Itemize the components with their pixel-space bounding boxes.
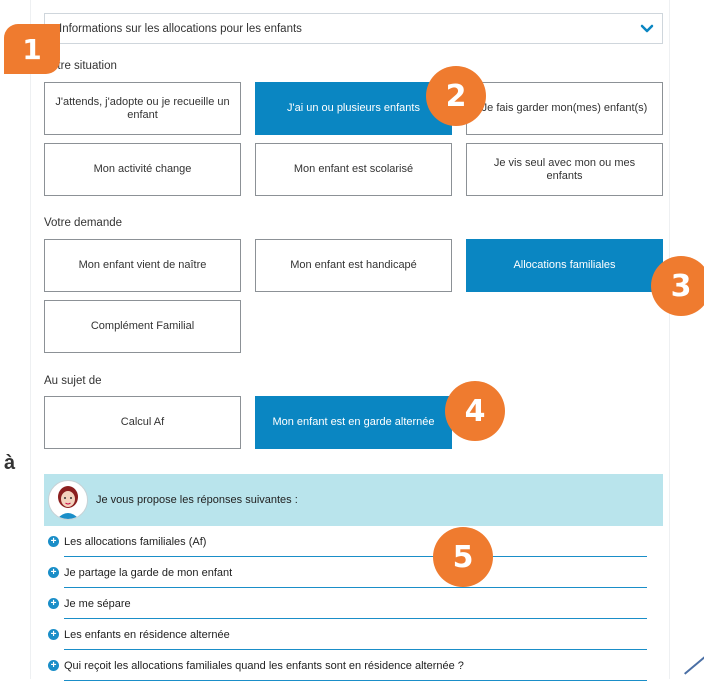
situation-option-single-parent[interactable]: Je vis seul avec mon ou mes enfants: [466, 143, 663, 196]
sujet-option-garde-alternee[interactable]: Mon enfant est en garde alternée: [255, 396, 452, 449]
answers-heading: Je vous propose les réponses suivantes :: [96, 494, 298, 506]
answer-item[interactable]: + Les allocations familiales (Af): [44, 526, 663, 557]
plus-circle-icon: +: [48, 567, 59, 578]
plus-circle-icon: +: [48, 598, 59, 609]
answers-header: Je vous propose les réponses suivantes :: [44, 474, 663, 526]
step-badge-3: 3: [651, 256, 704, 316]
demande-label: Votre demande: [44, 217, 123, 229]
topic-dropdown[interactable]: Informations sur les allocations pour le…: [44, 13, 663, 44]
assistant-avatar: [48, 480, 88, 520]
situation-option-expecting[interactable]: J'attends, j'adopte ou je recueille un e…: [44, 82, 241, 135]
dropdown-label: Informations sur les allocations pour le…: [59, 22, 302, 35]
plus-circle-icon: +: [48, 536, 59, 547]
chevron-down-icon[interactable]: [640, 22, 654, 36]
plus-circle-icon: +: [48, 660, 59, 671]
step-badge-1: 1: [4, 24, 60, 74]
answers-list: + Les allocations familiales (Af) + Je par…: [44, 526, 663, 681]
step-badge-4: 4: [445, 381, 505, 441]
step-badge-2: 2: [426, 66, 486, 126]
demande-option-complement[interactable]: Complément Familial: [44, 300, 241, 353]
sujet-label: Au sujet de: [44, 375, 102, 387]
answer-item[interactable]: + Je me sépare: [44, 588, 663, 619]
situation-option-childcare[interactable]: Je fais garder mon(mes) enfant(s): [466, 82, 663, 135]
answer-item[interactable]: + Les enfants en résidence alternée: [44, 619, 663, 650]
situation-option-schooled[interactable]: Mon enfant est scolarisé: [255, 143, 452, 196]
answers-panel: Je vous propose les réponses suivantes :…: [44, 474, 663, 681]
step-badge-5: 5: [433, 527, 493, 587]
demande-option-handicap[interactable]: Mon enfant est handicapé: [255, 239, 452, 292]
demande-option-birth[interactable]: Mon enfant vient de naître: [44, 239, 241, 292]
situation-option-activity-change[interactable]: Mon activité change: [44, 143, 241, 196]
demande-option-allocations[interactable]: Allocations familiales: [466, 239, 663, 292]
situation-option-has-children[interactable]: J'ai un ou plusieurs enfants: [255, 82, 452, 135]
corner-decoration: [684, 647, 704, 675]
plus-circle-icon: +: [48, 629, 59, 640]
answer-item[interactable]: + Qui reçoit les allocations familiales q…: [44, 650, 663, 681]
answer-item[interactable]: + Je partage la garde de mon enfant: [44, 557, 663, 588]
side-letter: à: [4, 452, 16, 474]
sujet-option-calcul[interactable]: Calcul Af: [44, 396, 241, 449]
